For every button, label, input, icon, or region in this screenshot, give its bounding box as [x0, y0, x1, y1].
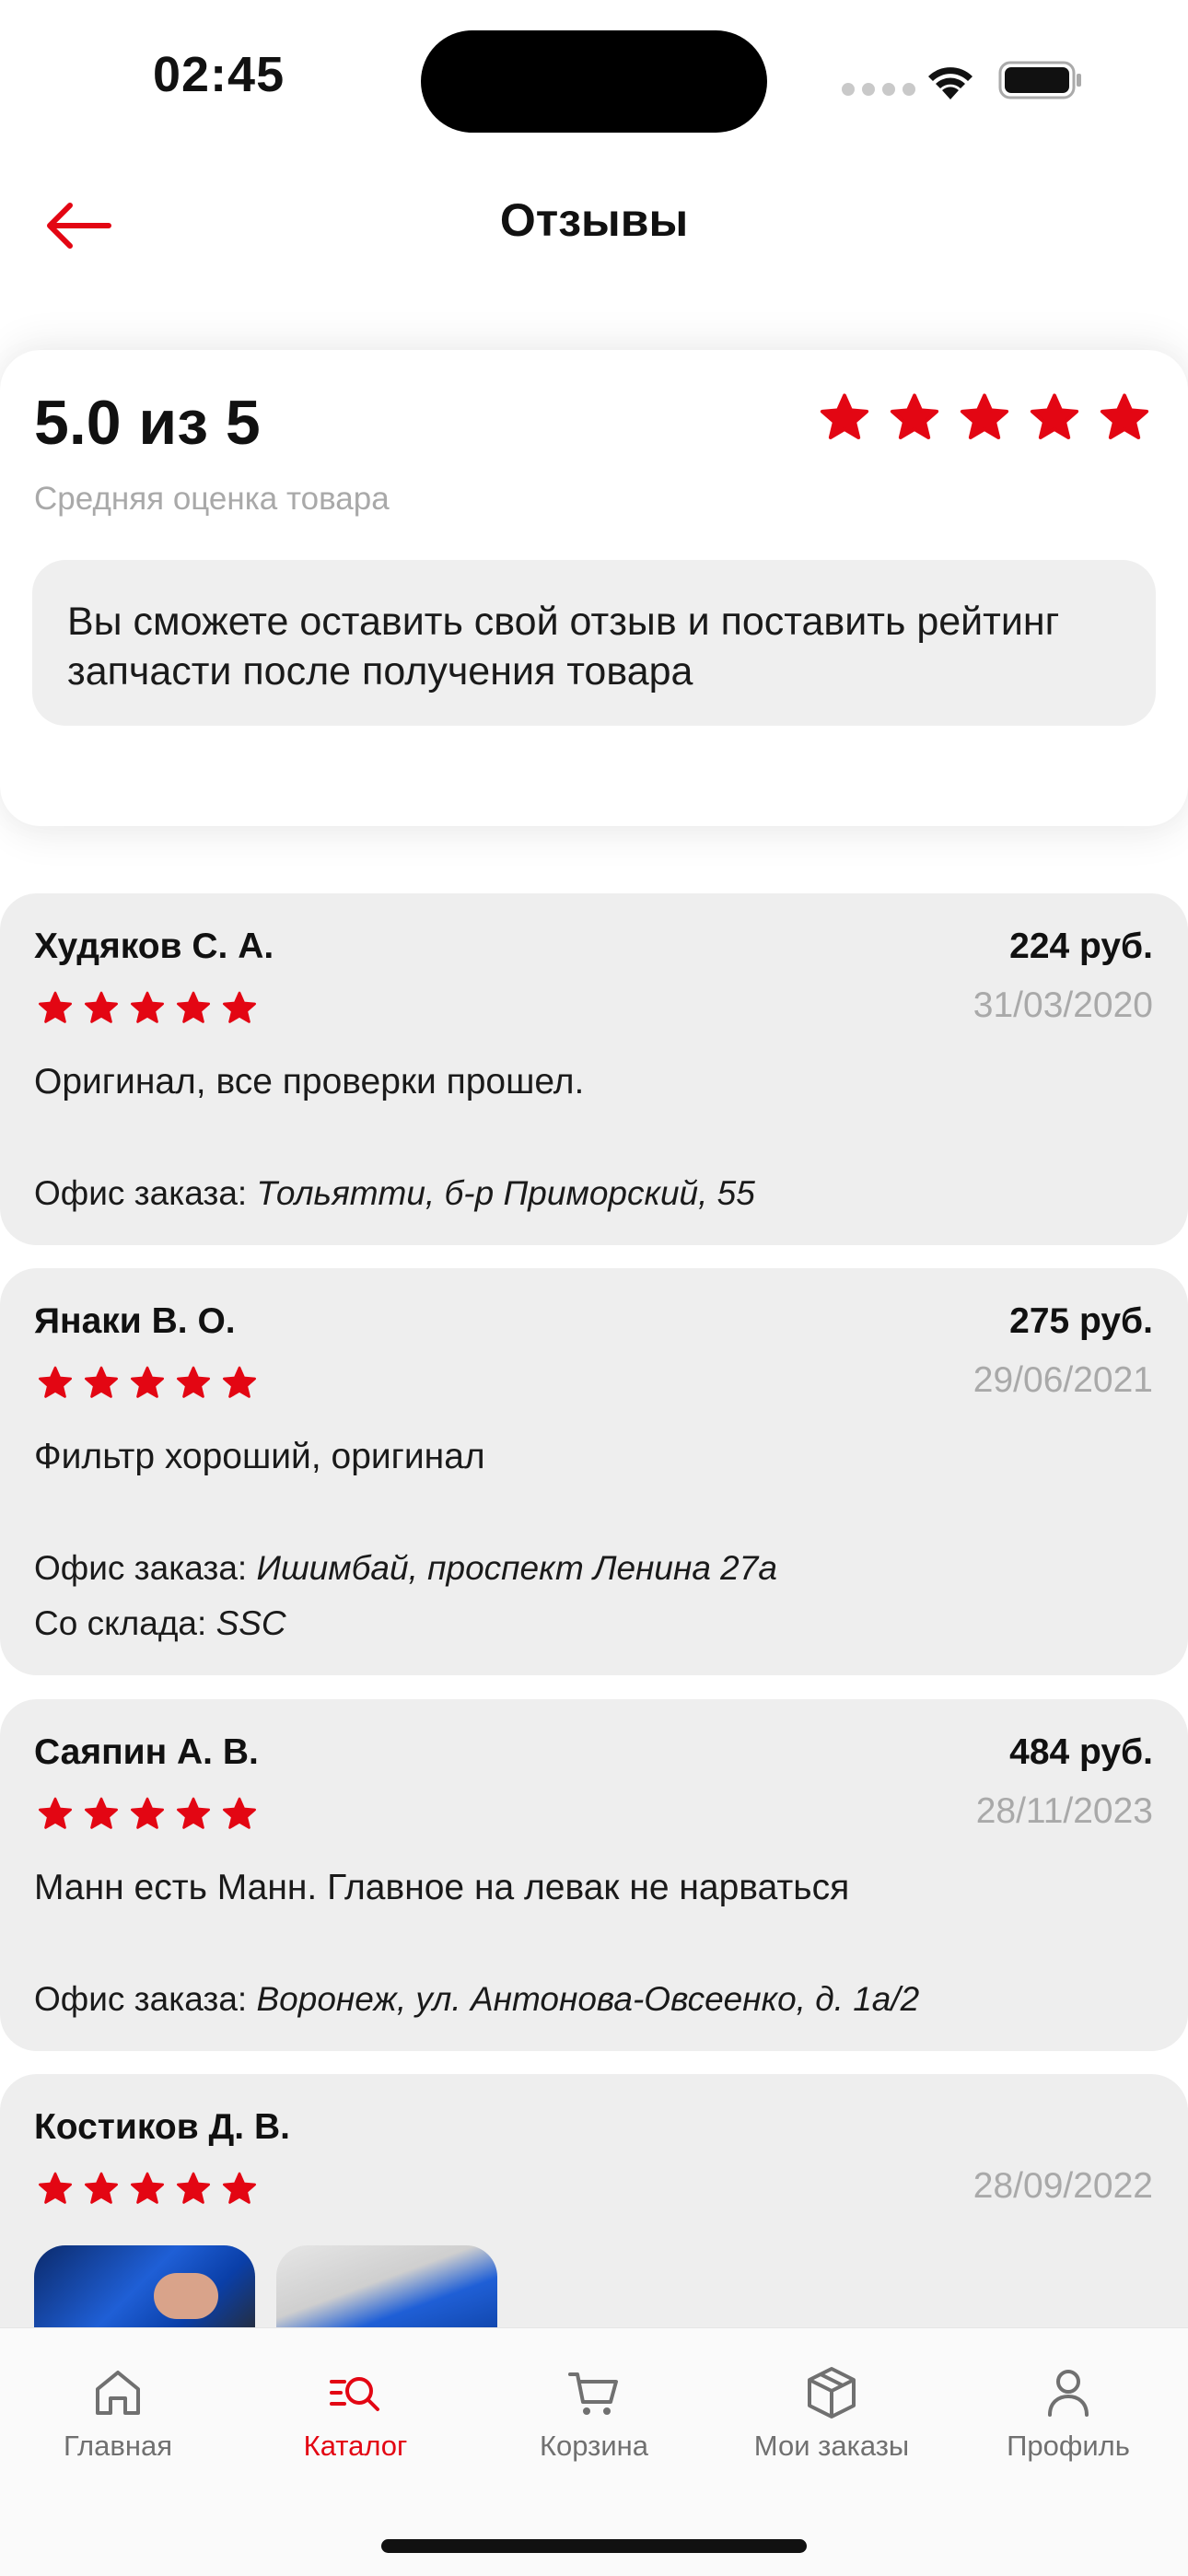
review-card: Худяков С. А. 224 руб. 31/03/2020 Оригин… [0, 893, 1188, 1245]
average-score-caption: Средняя оценка товара [34, 481, 390, 517]
star-icon [1100, 393, 1149, 439]
tab-home[interactable]: Главная [7, 2363, 228, 2463]
star-icon [131, 1797, 165, 1829]
star-icon [177, 1797, 211, 1829]
tab-label: Профиль [1007, 2430, 1130, 2462]
order-office: Офис заказа: Воронеж, ул. Антонова-Овсее… [34, 1980, 919, 2019]
tab-profile[interactable]: Профиль [958, 2363, 1179, 2463]
star-icon [177, 991, 211, 1023]
warehouse: Со склада: SSC [34, 1604, 286, 1643]
star-icon [131, 1366, 165, 1398]
review-rating-stars [37, 1796, 258, 1833]
star-icon [177, 1366, 211, 1398]
star-icon [85, 991, 118, 1023]
reviewer-name: Костиков Д. В. [34, 2107, 290, 2147]
star-icon [890, 393, 939, 439]
star-icon [223, 1797, 256, 1829]
order-office-label: Офис заказа: [34, 1549, 248, 1587]
review-date: 31/03/2020 [973, 985, 1153, 1025]
star-icon [39, 1366, 72, 1398]
star-icon [85, 1366, 118, 1398]
dynamic-island [421, 30, 767, 133]
star-icon [85, 2172, 118, 2204]
battery-icon [998, 61, 1081, 99]
average-score: 5.0 из 5 [34, 388, 261, 458]
status-time: 02:45 [153, 47, 285, 102]
tab-cart[interactable]: Корзина [483, 2363, 705, 2463]
star-icon [39, 1797, 72, 1829]
reviewer-name: Худяков С. А. [34, 927, 274, 966]
tab-orders[interactable]: Мои заказы [721, 2363, 942, 2463]
star-icon [39, 991, 72, 1023]
review-rating-stars [37, 2171, 258, 2208]
star-icon [820, 393, 869, 439]
review-info-text: Вы сможете оставить свой отзыв и постави… [67, 600, 1060, 694]
star-icon [223, 991, 256, 1023]
order-office-value: Воронеж, ул. Антонова-Овсеенко, д. 1а/2 [256, 1980, 920, 2018]
review-card: Саяпин А. В. 484 руб. 28/11/2023 Манн ес… [0, 1699, 1188, 2051]
star-icon [85, 1797, 118, 1829]
tab-catalog[interactable]: Каталог [245, 2363, 466, 2463]
star-icon [39, 2172, 72, 2204]
order-office-label: Офис заказа: [34, 1980, 248, 2018]
review-price: 484 руб. [1009, 1732, 1153, 1772]
warehouse-value: SSC [215, 1604, 286, 1642]
star-icon [223, 2172, 256, 2204]
tab-label: Корзина [539, 2430, 649, 2462]
page-title: Отзывы [499, 194, 689, 246]
review-date: 29/06/2021 [973, 1360, 1153, 1400]
home-icon [96, 2371, 140, 2415]
home-indicator [381, 2539, 807, 2553]
average-rating-stars [818, 391, 1151, 445]
review-card: Янаки В. О. 275 руб. 29/06/2021 Фильтр х… [0, 1268, 1188, 1675]
review-price: 275 руб. [1009, 1301, 1153, 1341]
reviewer-name: Саяпин А. В. [34, 1732, 259, 1772]
review-rating-stars [37, 990, 258, 1027]
rating-summary-card: 5.0 из 5 Средняя оценка товара Вы сможет… [0, 350, 1188, 826]
order-office: Офис заказа: Ишимбай, проспект Ленина 27… [34, 1549, 777, 1588]
warehouse-label: Со склада: [34, 1604, 207, 1642]
tab-label: Мои заказы [753, 2430, 910, 2462]
order-office-value: Тольятти, б-р Приморский, 55 [256, 1174, 755, 1212]
star-icon [131, 2172, 165, 2204]
wifi-icon [928, 67, 973, 99]
review-info-box: Вы сможете оставить свой отзыв и постави… [32, 560, 1156, 726]
order-office: Офис заказа: Тольятти, б-р Приморский, 5… [34, 1174, 755, 1213]
review-rating-stars [37, 1365, 258, 1402]
star-icon [177, 2172, 211, 2204]
star-icon [1030, 393, 1079, 439]
cellular-signal-icon [842, 83, 915, 96]
tab-label: Каталог [303, 2430, 408, 2462]
package-icon [808, 2367, 856, 2419]
review-text: Оригинал, все проверки прошел. [34, 1062, 585, 1102]
profile-icon [1048, 2370, 1089, 2417]
review-date: 28/11/2023 [975, 1791, 1153, 1831]
star-icon [223, 1366, 256, 1398]
review-date: 28/09/2022 [973, 2166, 1153, 2206]
review-price: 224 руб. [1009, 927, 1153, 966]
catalog-search-icon [330, 2377, 379, 2411]
reviewer-name: Янаки В. О. [34, 1301, 236, 1341]
review-text: Фильтр хороший, оригинал [34, 1437, 485, 1476]
cart-icon [568, 2372, 618, 2415]
order-office-value: Ишимбай, проспект Ленина 27а [256, 1549, 777, 1587]
star-icon [131, 991, 165, 1023]
star-icon [960, 393, 1009, 439]
order-office-label: Офис заказа: [34, 1174, 248, 1212]
tab-label: Главная [64, 2430, 172, 2462]
review-text: Манн есть Манн. Главное на левак не нарв… [34, 1868, 850, 1907]
